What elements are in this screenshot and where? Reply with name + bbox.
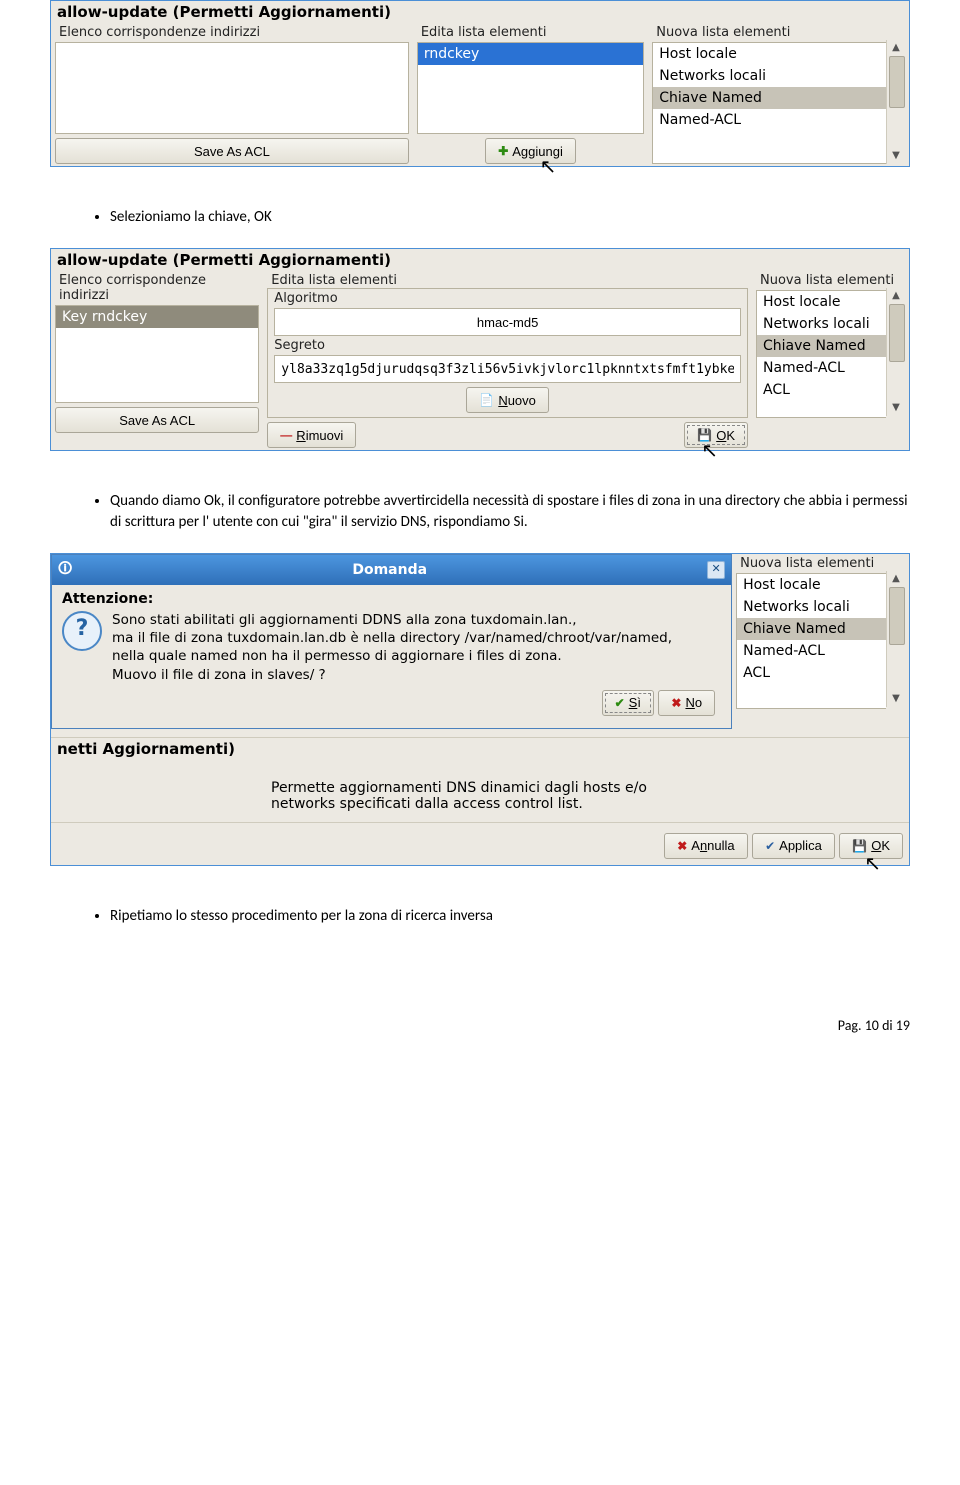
scrollbar[interactable]: ▲ ▼ (886, 40, 905, 164)
applica-button[interactable]: ✔ Applica (752, 833, 835, 859)
check-icon: ✔ (615, 696, 625, 710)
bullet-text: Ripetiamo lo stesso procedimento per la … (110, 906, 910, 927)
col3-label: Nuova lista elementi (756, 273, 905, 288)
list-item[interactable]: Named-ACL (737, 640, 886, 662)
description-text: Permette aggiornamenti DNS dinamici dagl… (51, 760, 909, 822)
close-icon[interactable]: ✕ (707, 561, 725, 579)
body-text: Ripetiamo lo stesso procedimento per la … (50, 906, 910, 927)
scroll-up-icon[interactable]: ▲ (889, 289, 903, 303)
save-as-acl-button[interactable]: Save As ACL (55, 138, 409, 164)
list-item-selected[interactable]: Chiave Named (737, 618, 886, 640)
col1-label: Elenco corrispondenze indirizzi (55, 25, 409, 40)
bullet-text: Quando diamo Ok, il configuratore potreb… (110, 491, 910, 533)
screenshot-acl-editor-2: allow-update (Permetti Aggiornamenti) El… (50, 248, 910, 451)
page-footer: Pag. 10 di 19 (0, 977, 960, 1044)
cursor-icon: ↖ (701, 438, 718, 462)
cursor-icon: ↖ (864, 851, 881, 875)
new-icon: 📄 (479, 393, 494, 407)
scrollbar[interactable]: ▲ ▼ (886, 288, 905, 416)
dialog-message: Sono stati abilitati gli aggiornamenti D… (112, 611, 672, 684)
no-button[interactable]: ✖ No (658, 690, 715, 716)
edit-elements-list[interactable]: rndckey (417, 42, 644, 134)
dialog-titlebar[interactable]: 🛈 Domanda ✕ (52, 555, 731, 585)
scroll-down-icon[interactable]: ▼ (889, 401, 903, 415)
col2-label: Edita lista elementi (417, 25, 644, 40)
attenzione-label: Attenzione: (62, 591, 721, 607)
list-item[interactable]: Host locale (653, 43, 886, 65)
body-text: Selezioniamo la chiave, OK (50, 207, 910, 228)
scroll-down-icon[interactable]: ▼ (889, 149, 903, 163)
remove-icon: — (280, 428, 292, 442)
bullet-text: Selezioniamo la chiave, OK (110, 207, 910, 228)
question-icon: ? (62, 611, 102, 651)
scroll-up-icon[interactable]: ▲ (889, 572, 903, 586)
new-elements-list[interactable]: Host locale Networks locali Chiave Named… (736, 573, 886, 709)
dialog-title-text: Domanda (78, 562, 701, 578)
list-item[interactable]: Named-ACL (757, 357, 886, 379)
algoritmo-label: Algoritmo (270, 291, 745, 306)
scroll-thumb[interactable] (889, 304, 905, 362)
col1-label: Elenco corrispondenze indirizzi (55, 273, 259, 303)
list-item[interactable]: Networks locali (757, 313, 886, 335)
selected-rndckey[interactable]: rndckey (418, 43, 643, 65)
save-as-acl-button[interactable]: Save As ACL (55, 407, 259, 433)
apply-icon: ✔ (765, 839, 775, 853)
selected-key[interactable]: Key rndckey (56, 306, 258, 328)
list-item[interactable]: ACL (757, 379, 886, 401)
segreto-label: Segreto (270, 338, 745, 353)
plus-icon: ✚ (498, 144, 508, 158)
col3-label: Nuova lista elementi (652, 25, 905, 40)
scroll-thumb[interactable] (889, 587, 905, 645)
cross-icon: ✖ (671, 696, 681, 710)
window-title: allow-update (Permetti Aggiornamenti) (51, 1, 909, 23)
cancel-icon: ✖ (677, 839, 687, 853)
aggiungi-button[interactable]: ✚ Aggiungi (485, 138, 576, 164)
list-item[interactable]: Networks locali (737, 596, 886, 618)
algoritmo-input[interactable] (274, 308, 741, 336)
scroll-thumb[interactable] (889, 56, 905, 108)
scroll-up-icon[interactable]: ▲ (889, 41, 903, 55)
list-item-selected[interactable]: Chiave Named (653, 87, 886, 109)
scroll-down-icon[interactable]: ▼ (889, 692, 903, 706)
window-title: allow-update (Permetti Aggiornamenti) (51, 249, 909, 271)
background-title: netti Aggiornamenti) (57, 740, 235, 758)
rimuovi-button[interactable]: — Rimuovi (267, 422, 356, 448)
nuovo-button[interactable]: 📄 Nuovo (466, 387, 549, 413)
segreto-input[interactable] (274, 355, 741, 383)
col3-label: Nuova lista elementi (736, 556, 905, 571)
list-item[interactable]: Networks locali (653, 65, 886, 87)
new-elements-list[interactable]: Host locale Networks locali Chiave Named… (652, 42, 886, 164)
list-item[interactable]: ACL (737, 662, 886, 684)
list-item[interactable]: Host locale (757, 291, 886, 313)
annulla-button[interactable]: ✖ Annulla (664, 833, 747, 859)
address-match-list[interactable]: Key rndckey (55, 305, 259, 403)
list-item-selected[interactable]: Chiave Named (757, 335, 886, 357)
scrollbar[interactable]: ▲ ▼ (886, 571, 905, 707)
si-button[interactable]: ✔ Sì (602, 690, 654, 716)
list-item[interactable]: Named-ACL (653, 109, 886, 131)
body-text: Quando diamo Ok, il configuratore potreb… (50, 491, 910, 533)
col2-label: Edita lista elementi (267, 273, 748, 288)
screenshot-acl-editor-1: allow-update (Permetti Aggiornamenti) El… (50, 0, 910, 167)
list-item[interactable]: Host locale (737, 574, 886, 596)
domanda-dialog: 🛈 Domanda ✕ Attenzione: ? Sono stati abi… (51, 554, 732, 729)
cursor-icon: ↖ (540, 154, 557, 178)
screenshot-domanda-dialog: 🛈 Domanda ✕ Attenzione: ? Sono stati abi… (50, 553, 910, 866)
address-match-list[interactable] (55, 42, 409, 134)
new-elements-list[interactable]: Host locale Networks locali Chiave Named… (756, 290, 886, 418)
dialog-app-icon: 🛈 (58, 558, 72, 582)
